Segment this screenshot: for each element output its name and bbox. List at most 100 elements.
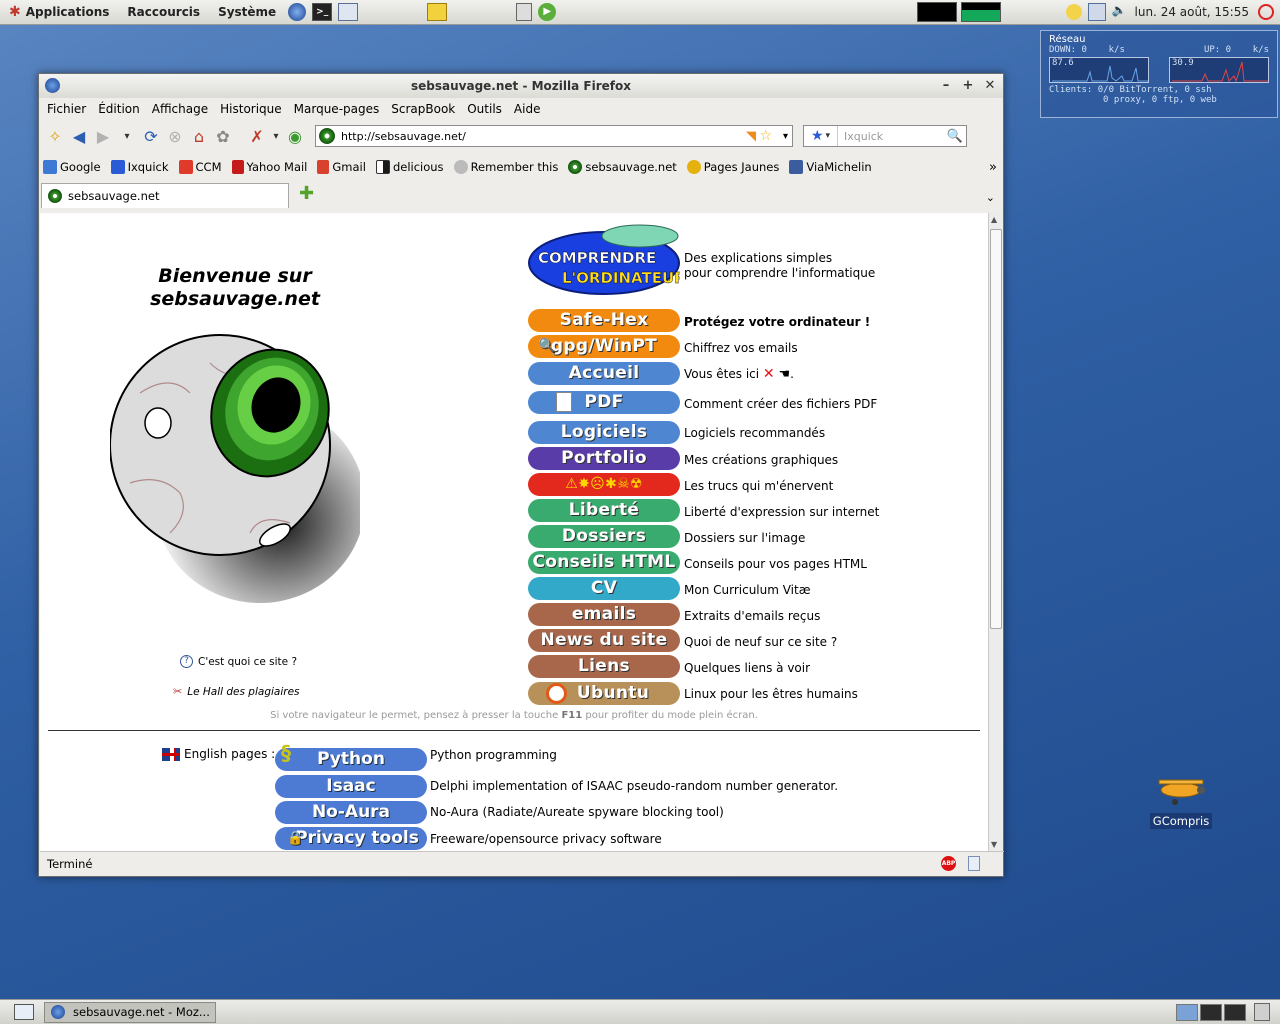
- comprendre-ordinateur-logo[interactable]: COMPRENDRE L'ORDINATEUR: [528, 223, 680, 295]
- nav-liens[interactable]: Liens: [528, 655, 680, 678]
- terminal-launcher-icon[interactable]: >_: [312, 3, 333, 21]
- search-engine-icon[interactable]: ★ ▾: [804, 126, 838, 146]
- notification-icon[interactable]: [1065, 4, 1082, 20]
- menu-aide[interactable]: Aide: [508, 102, 547, 116]
- nav-emails[interactable]: emails: [528, 603, 680, 626]
- shortcuts-menu[interactable]: Raccourcis: [118, 0, 209, 25]
- scroll-down-icon[interactable]: ▼: [991, 840, 997, 849]
- applications-menu[interactable]: ✱ Applications: [0, 0, 118, 25]
- firefox-icon[interactable]: [45, 78, 60, 93]
- cookie-tool-icon[interactable]: ✗: [245, 124, 269, 148]
- rss-feed-icon[interactable]: ◥: [746, 129, 756, 144]
- nav-accueil[interactable]: Accueil: [528, 362, 680, 385]
- tab-list-dropdown-icon[interactable]: ⌄: [986, 191, 995, 204]
- search-bar[interactable]: ★ ▾ Ixquick 🔍: [803, 125, 967, 147]
- nav-news[interactable]: News du site: [528, 629, 680, 652]
- stop-button[interactable]: ⊗: [163, 124, 187, 148]
- adblock-plus-icon[interactable]: ABP: [941, 856, 956, 871]
- scroll-up-icon[interactable]: ▲: [991, 215, 997, 224]
- back-button[interactable]: ◀: [67, 124, 91, 148]
- upload-graph-lines: [1172, 61, 1268, 82]
- nav-safe-hex[interactable]: Safe-Hex: [528, 309, 680, 332]
- show-desktop-icon[interactable]: [14, 1004, 34, 1020]
- scrollbar-thumb[interactable]: [990, 229, 1002, 629]
- bookmark-ixquick[interactable]: Ixquick: [110, 160, 169, 174]
- bookmarks-overflow-icon[interactable]: »: [989, 160, 997, 175]
- bookmark-sebsauvage[interactable]: sebsauvage.net: [568, 160, 677, 174]
- hall-plagiaires-link[interactable]: ✂ Le Hall des plagiaires: [173, 685, 300, 698]
- what-is-site-link[interactable]: ? C'est quoi ce site ?: [180, 655, 297, 668]
- bookmark-delicious[interactable]: delicious: [375, 160, 444, 174]
- bookmark-label: Google: [60, 160, 101, 174]
- bookmark-ccm[interactable]: CCM: [178, 160, 222, 174]
- bookmark-pages-jaunes[interactable]: Pages Jaunes: [686, 160, 779, 174]
- menu-marque-pages[interactable]: Marque-pages: [288, 102, 386, 116]
- en-isaac[interactable]: Isaac: [275, 775, 427, 798]
- url-dropdown-icon[interactable]: ▾: [783, 131, 788, 142]
- network-icon[interactable]: [1087, 3, 1106, 21]
- menu-scrapbook[interactable]: ScrapBook: [385, 102, 461, 116]
- menu-affichage[interactable]: Affichage: [146, 102, 214, 116]
- nav-logiciels[interactable]: Logiciels: [528, 421, 680, 444]
- nav-conseils-html-desc: Conseils pour vos pages HTML: [684, 557, 867, 571]
- firefox-launcher-icon[interactable]: [288, 3, 307, 21]
- nav-liberte[interactable]: Liberté: [528, 499, 680, 522]
- minimize-button[interactable]: –: [937, 77, 955, 95]
- nav-conseils-html[interactable]: Conseils HTML: [528, 551, 680, 574]
- tab-title: sebsauvage.net: [68, 189, 160, 203]
- monitor-launcher-icon[interactable]: [516, 3, 533, 21]
- maximize-button[interactable]: +: [959, 77, 977, 95]
- new-tab-icon[interactable]: ✚: [299, 183, 314, 204]
- scrapbook-status-icon[interactable]: [968, 856, 980, 871]
- nav-annoyances[interactable]: ⚠✸☹✱☠☢: [528, 473, 680, 496]
- volume-icon[interactable]: 🔈: [1112, 3, 1127, 21]
- forward-button[interactable]: ▶: [91, 124, 115, 148]
- bookmark-gmail[interactable]: Gmail: [317, 160, 366, 174]
- reload-button[interactable]: ⟳: [139, 124, 163, 148]
- menu-fichier[interactable]: Fichier: [41, 102, 92, 116]
- nav-gpg-winpt[interactable]: 🔍 gpg/WinPT: [528, 335, 680, 358]
- nav-cv[interactable]: CV: [528, 577, 680, 600]
- applications-label: Applications: [25, 5, 110, 19]
- en-python[interactable]: § Python: [275, 742, 427, 771]
- url-bar[interactable]: http://sebsauvage.net/ ◥ ☆ ▾: [315, 125, 793, 147]
- system-menu[interactable]: Système: [209, 0, 285, 25]
- media-player-icon[interactable]: ▶: [538, 3, 557, 21]
- vertical-scrollbar[interactable]: ▲ ▼: [988, 213, 1003, 851]
- close-button[interactable]: ✕: [981, 77, 999, 95]
- cookie-dropdown-icon[interactable]: ▾: [269, 124, 283, 148]
- bookmark-label: delicious: [392, 160, 444, 174]
- gcompris-desktop-icon[interactable]: GCompris: [1146, 772, 1216, 829]
- bookmark-viamichelin[interactable]: ViaMichelin: [789, 160, 872, 174]
- workspace-3[interactable]: [1224, 1003, 1246, 1021]
- bookmark-google[interactable]: Google: [43, 160, 101, 174]
- menu-historique[interactable]: Historique: [214, 102, 288, 116]
- notes-launcher-icon[interactable]: [338, 3, 359, 21]
- nav-ubuntu[interactable]: Ubuntu: [528, 682, 680, 705]
- nav-portfolio[interactable]: Portfolio: [528, 447, 680, 470]
- folder-launcher-icon[interactable]: [427, 3, 448, 21]
- workspace-2[interactable]: [1200, 1003, 1222, 1021]
- history-dropdown-icon[interactable]: ▾: [115, 124, 139, 148]
- menu-outils[interactable]: Outils: [461, 102, 508, 116]
- go-icon[interactable]: ◉: [283, 124, 307, 148]
- taskbar-firefox[interactable]: sebsauvage.net - Moz...: [44, 1001, 216, 1023]
- nav-dossiers[interactable]: Dossiers: [528, 525, 680, 548]
- tab-sebsauvage[interactable]: sebsauvage.net: [41, 183, 289, 208]
- workspace-1[interactable]: [1176, 1003, 1198, 1021]
- en-privacy-tools[interactable]: 🔒 Privacy tools: [275, 827, 427, 850]
- bookmark-star-icon[interactable]: ☆: [759, 128, 772, 144]
- home-button[interactable]: ⌂: [187, 124, 211, 148]
- trash-icon[interactable]: [1254, 1003, 1270, 1021]
- clock[interactable]: lun. 24 août, 15:55: [1135, 5, 1249, 19]
- en-no-aura[interactable]: No-Aura: [275, 801, 427, 824]
- menu-edition[interactable]: Édition: [92, 102, 146, 116]
- nav-pdf[interactable]: PDF: [528, 391, 680, 414]
- bookmark-yahoo-mail[interactable]: Yahoo Mail: [231, 160, 307, 174]
- bookmark-remember-this[interactable]: Remember this: [453, 160, 558, 174]
- extension-icon[interactable]: ✿: [211, 124, 235, 148]
- power-icon[interactable]: [1258, 4, 1274, 20]
- window-titlebar[interactable]: sebsauvage.net - Mozilla Firefox – + ✕: [39, 74, 1003, 98]
- scrapbook-icon[interactable]: ✧: [43, 124, 67, 148]
- search-icon[interactable]: 🔍: [947, 129, 963, 144]
